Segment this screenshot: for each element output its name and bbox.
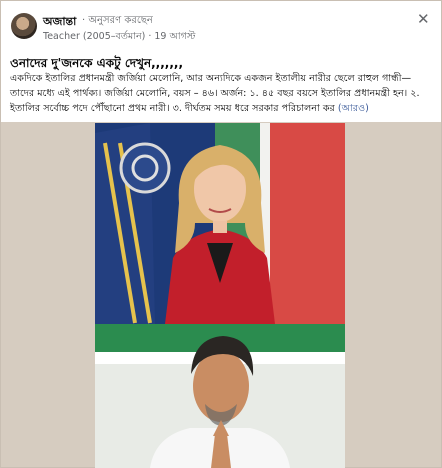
follow-label: অনুসরণ করছেন bbox=[88, 15, 153, 26]
post-meta: Teacher (2005–বর্তমান) · 19 আগস্ট bbox=[43, 31, 196, 42]
author-role: Teacher (2005–বর্তমান) bbox=[43, 31, 146, 42]
post-body: একদিকে ইতালির প্রধানমন্ত্রী জর্জিয়া মেল… bbox=[10, 71, 435, 116]
post-header-area: অজান্তা · অনুসরণ করছেন Teacher (2005–বর্… bbox=[1, 1, 441, 122]
post-card: অজান্তা · অনুসরণ করছেন Teacher (2005–বর্… bbox=[0, 0, 442, 468]
photo-gandhi-drawing bbox=[95, 324, 345, 468]
follow-status[interactable]: · অনুসরণ করছেন bbox=[82, 13, 153, 30]
author-avatar[interactable] bbox=[11, 13, 37, 39]
post-photo-meloni[interactable] bbox=[95, 123, 345, 324]
see-more-link[interactable]: (আরও) bbox=[338, 103, 369, 114]
post-time[interactable]: 19 আগস্ট bbox=[154, 31, 195, 42]
photo-meloni-drawing bbox=[95, 123, 345, 324]
close-icon[interactable]: ✕ bbox=[417, 12, 430, 27]
post-photo-gandhi[interactable] bbox=[95, 324, 345, 468]
